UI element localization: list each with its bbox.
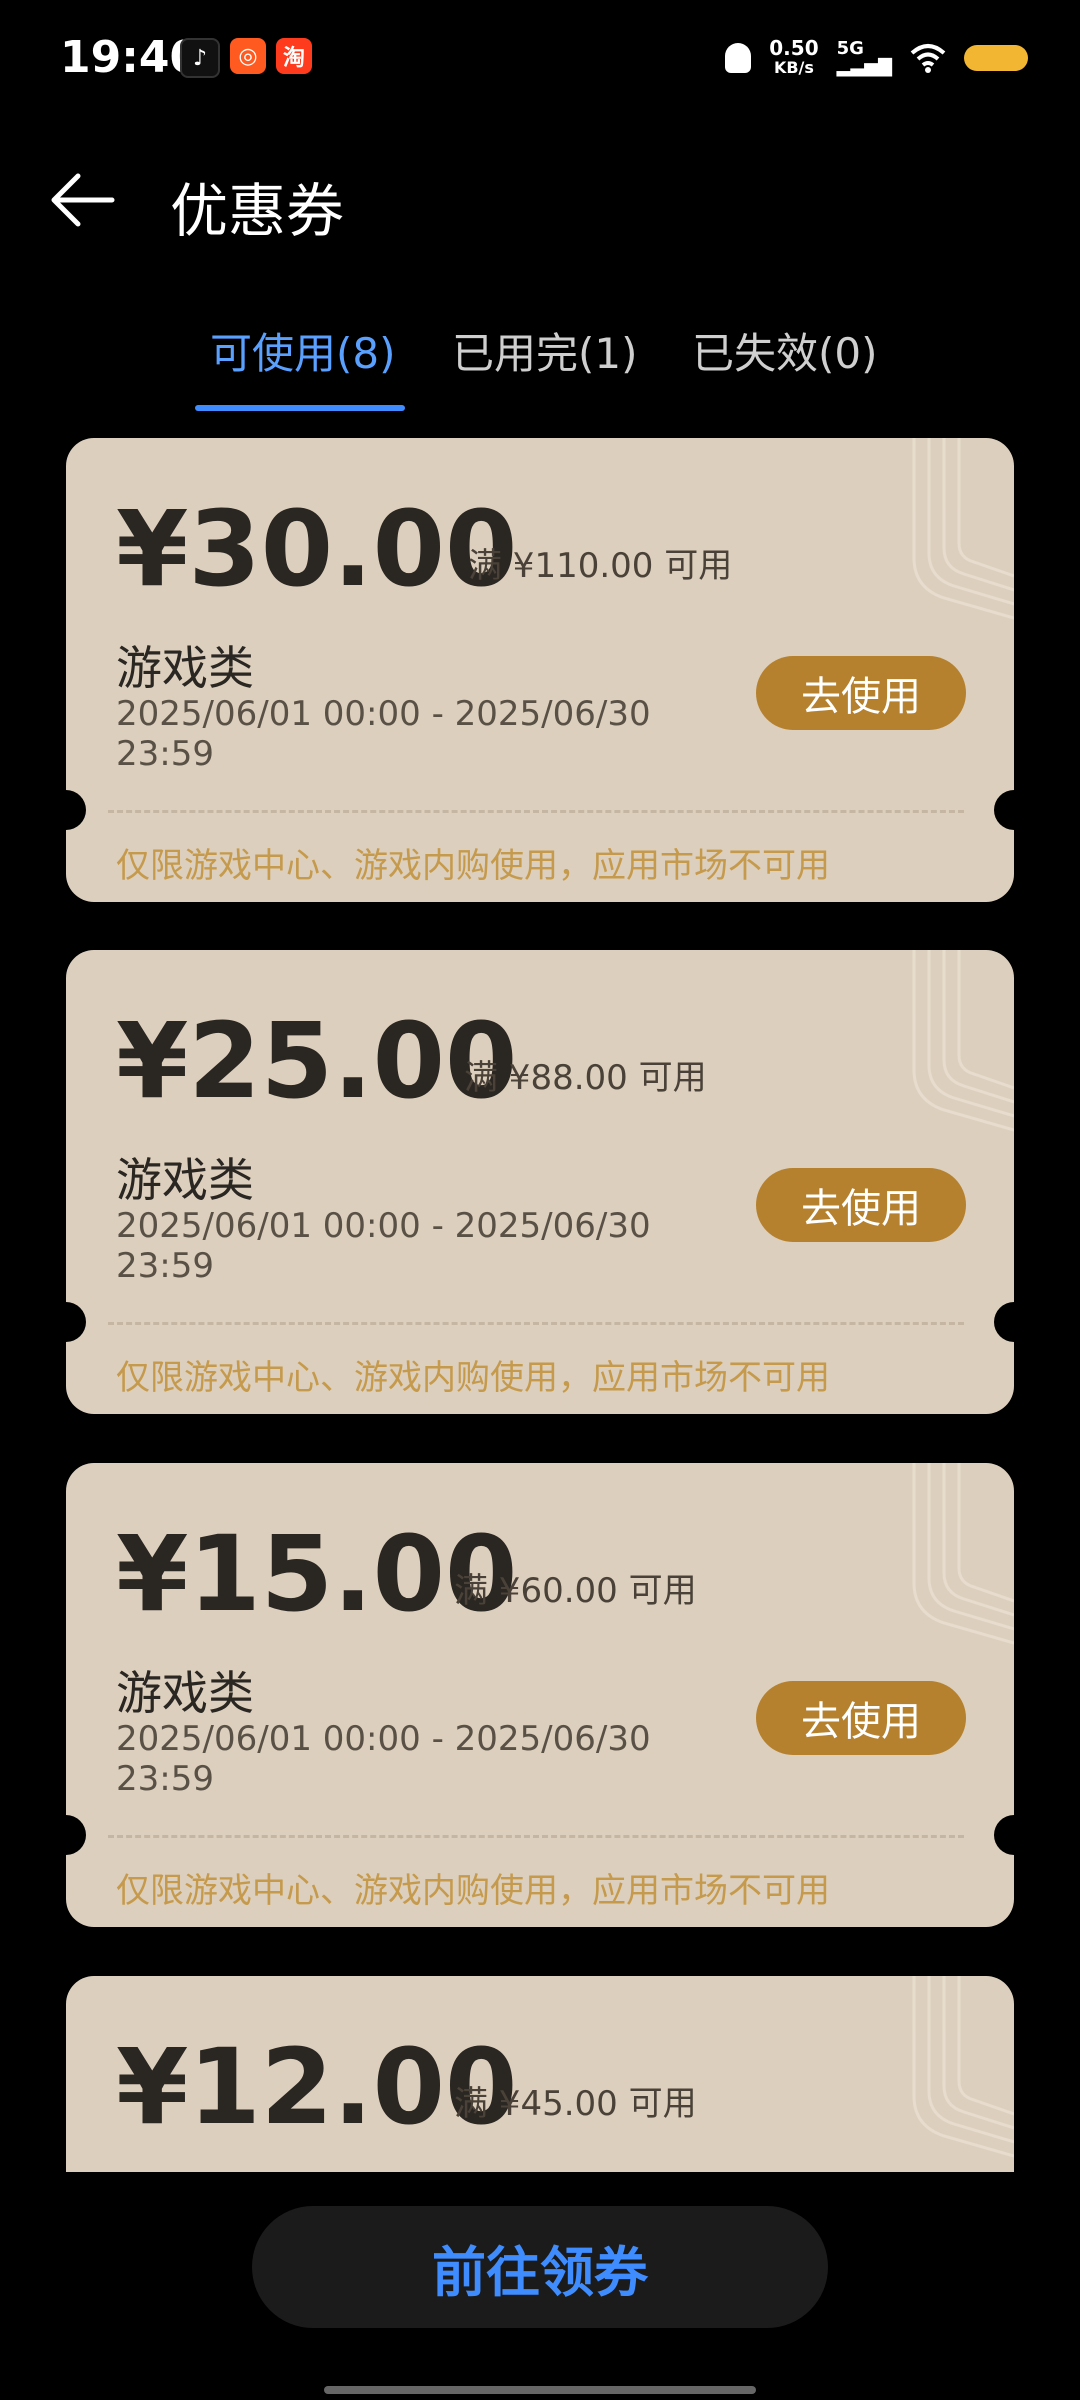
coupon-validity: 2025/06/01 00:00 - 2025/06/30 23:59 — [116, 694, 651, 774]
page-title: 优惠券 — [170, 177, 345, 245]
coupon-min-spend: 满 ¥88.00 可用 — [464, 1058, 707, 1098]
home-indicator[interactable] — [324, 2386, 756, 2394]
tab-available[interactable]: 可使用(8) — [210, 320, 396, 381]
taobao-icon: 淘 — [276, 38, 312, 74]
notification-app-icons: ♪ ◎ 淘 — [180, 38, 312, 78]
coupon-type: 游戏类 — [116, 641, 254, 695]
ticket-notch — [994, 790, 1014, 830]
coupon-tabs: 可使用(8) 已用完(1) 已失效(0) — [0, 310, 1080, 420]
coupon-card: ¥15.00 满 ¥60.00 可用 游戏类 2025/06/01 00:00 … — [66, 1463, 1014, 1927]
coupon-amount: ¥30.00 — [116, 488, 518, 610]
ticket-notch — [994, 1302, 1014, 1342]
silent-bell-icon — [725, 43, 752, 73]
coupon-min-spend: 满 ¥60.00 可用 — [454, 1571, 697, 1611]
coupon-page: 19:40 ♪ ◎ 淘 0.50 KB/s 5G ▂▃▅▇ 优惠券 可使用(8)… — [0, 0, 1080, 2400]
dashed-divider — [108, 1835, 964, 1838]
coupon-note: 仅限游戏中心、游戏内购使用，应用市场不可用 — [116, 846, 830, 886]
status-bar: 19:40 ♪ ◎ 淘 0.50 KB/s 5G ▂▃▅▇ — [0, 0, 1080, 120]
ticket-notch — [994, 1815, 1014, 1855]
back-arrow-icon[interactable] — [48, 170, 116, 230]
tab-used[interactable]: 已用完(1) — [452, 320, 638, 381]
coupon-decoration — [912, 1976, 1014, 2158]
coupon-type: 游戏类 — [116, 1666, 254, 1720]
get-coupons-button[interactable]: 前往领券 — [252, 2206, 828, 2328]
ticket-notch — [66, 1302, 86, 1342]
coupon-card: ¥25.00 满 ¥88.00 可用 游戏类 2025/06/01 00:00 … — [66, 950, 1014, 1414]
status-right-icons: 0.50 KB/s 5G ▂▃▅▇ — [725, 38, 1028, 78]
tab-expired[interactable]: 已失效(0) — [692, 320, 878, 381]
coupon-min-spend: 满 ¥110.00 可用 — [468, 546, 733, 586]
ticket-notch — [66, 1815, 86, 1855]
coupon-note: 仅限游戏中心、游戏内购使用，应用市场不可用 — [116, 1871, 830, 1911]
coupon-card: ¥12.00 满 ¥45.00 可用 — [66, 1976, 1014, 2172]
ticket-notch — [66, 790, 86, 830]
shopping-app-icon: ◎ — [230, 38, 266, 74]
network-speed: 0.50 KB/s — [769, 38, 818, 78]
header: 优惠券 — [0, 140, 1080, 260]
coupon-type: 游戏类 — [116, 1153, 254, 1207]
battery-icon — [964, 45, 1028, 71]
coupon-validity: 2025/06/01 00:00 - 2025/06/30 23:59 — [116, 1206, 651, 1286]
wifi-icon — [910, 44, 946, 73]
coupon-amount: ¥25.00 — [116, 1000, 518, 1122]
dashed-divider — [108, 1322, 964, 1325]
active-tab-indicator — [195, 405, 405, 411]
coupon-validity: 2025/06/01 00:00 - 2025/06/30 23:59 — [116, 1719, 651, 1799]
coupon-note: 仅限游戏中心、游戏内购使用，应用市场不可用 — [116, 1358, 830, 1398]
use-coupon-button[interactable]: 去使用 — [756, 1168, 966, 1242]
tiktok-icon: ♪ — [180, 38, 220, 78]
use-coupon-button[interactable]: 去使用 — [756, 1681, 966, 1755]
use-coupon-button[interactable]: 去使用 — [756, 656, 966, 730]
network-speed-unit: KB/s — [773, 58, 814, 77]
signal-icon: 5G ▂▃▅▇ — [837, 40, 892, 76]
network-speed-value: 0.50 — [769, 36, 819, 60]
coupon-card: ¥30.00 满 ¥110.00 可用 游戏类 2025/06/01 00:00… — [66, 438, 1014, 902]
signal-bars-icon: ▂▃▅▇ — [836, 56, 892, 77]
dashed-divider — [108, 810, 964, 813]
coupon-min-spend: 满 ¥45.00 可用 — [454, 2084, 697, 2124]
